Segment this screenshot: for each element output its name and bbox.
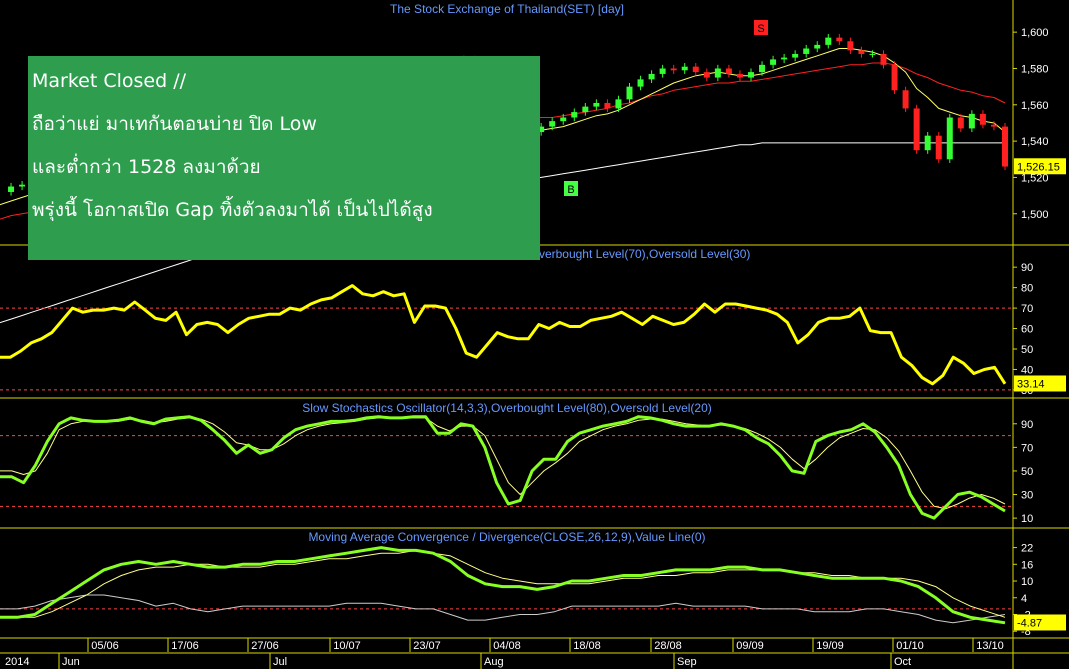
candle-body	[626, 86, 633, 100]
price-tick-label: 1,580	[1021, 63, 1049, 75]
rsi-tick-label: 90	[1021, 262, 1033, 274]
x-month-label: Jun	[62, 656, 80, 668]
macd-tick-label: 16	[1021, 559, 1033, 571]
macd-tick-label: 10	[1021, 576, 1033, 588]
x-day-label: 27/06	[251, 640, 279, 652]
rsi-line	[0, 284, 1007, 386]
candle-body	[869, 53, 876, 55]
candle-body	[1002, 126, 1008, 167]
candle-body	[957, 117, 964, 129]
buy-marker-label: B	[567, 184, 574, 196]
x-day-label: 01/10	[896, 640, 924, 652]
x-month-label: Sep	[677, 656, 697, 668]
candle-body	[847, 41, 854, 51]
candle-body	[736, 73, 743, 78]
price-tick-label: 1,500	[1021, 209, 1049, 221]
candle-body	[770, 59, 777, 65]
candle-body	[792, 53, 799, 58]
candle-body	[902, 90, 909, 109]
x-day-label: 09/09	[736, 640, 764, 652]
rsi-last-value: 33.14	[1017, 378, 1045, 390]
rsi-tick-label: 70	[1021, 303, 1033, 315]
candle-body	[836, 37, 843, 42]
macd-signal-line	[0, 549, 1006, 618]
comment-line-3: และต่ำกว่า 1528 ลงมาด้วย	[32, 156, 261, 178]
candle-body	[560, 117, 567, 122]
candle-body	[990, 124, 997, 127]
candle-body	[725, 68, 732, 74]
price-tick-label: 1,600	[1021, 27, 1049, 39]
candle-body	[858, 50, 865, 54]
comment-line-2: ถือว่าแย่ มาเทกันตอนบ่าย ปิด Low	[32, 113, 317, 135]
candle-body	[549, 121, 556, 127]
candle-body	[891, 64, 898, 91]
candle-body	[935, 135, 942, 160]
candle-body	[593, 102, 600, 107]
price-tick-label: 1,560	[1021, 100, 1049, 112]
candle-body	[946, 117, 953, 160]
x-month-label: Aug	[484, 656, 504, 668]
x-day-label: 13/10	[976, 640, 1004, 652]
price-last-value: 1,526.15	[1017, 161, 1060, 173]
candle-body	[781, 57, 788, 60]
x-day-label: 23/07	[413, 640, 441, 652]
x-month-label: Oct	[894, 656, 911, 668]
candle-body	[924, 135, 931, 151]
macd-line	[0, 546, 1006, 625]
candle-body	[880, 53, 887, 65]
price-tick-label: 1,540	[1021, 136, 1049, 148]
candle-body	[604, 102, 611, 109]
x-month-label: 2014	[5, 656, 29, 668]
candle-body	[714, 68, 721, 78]
candle-body	[19, 184, 26, 187]
sell-marker-label: S	[757, 23, 764, 35]
candle-body	[803, 48, 810, 54]
candle-body	[759, 64, 766, 73]
rsi-tick-label: 40	[1021, 364, 1033, 376]
candle-body	[670, 68, 677, 71]
comment-line-1: Market Closed //	[32, 70, 187, 92]
macd-tick-label: 22	[1021, 543, 1033, 555]
candle-body	[571, 112, 578, 118]
candle-body	[913, 108, 920, 151]
comment-line-4: พรุ่งนี้ โอกาสเปิด Gap ทิ้งตัวลงมาได้ เป…	[32, 199, 433, 221]
stoch-tick-label: 50	[1021, 466, 1033, 478]
stoch-tick-label: 90	[1021, 419, 1033, 431]
rsi-title: Overbought Level(70),Oversold Level(30)	[530, 247, 751, 261]
macd-title: Moving Average Convergence / Divergence(…	[308, 530, 705, 544]
rsi-tick-label: 50	[1021, 344, 1033, 356]
rsi-tick-label: 80	[1021, 283, 1033, 295]
x-day-label: 19/09	[816, 640, 844, 652]
candle-body	[681, 66, 688, 71]
stoch-title: Slow Stochastics Oscillator(14,3,3),Over…	[302, 401, 712, 415]
macd-tick-label: 4	[1021, 593, 1027, 605]
rsi-tick-label: 60	[1021, 324, 1033, 336]
x-day-label: 05/06	[91, 640, 119, 652]
candle-body	[637, 79, 644, 87]
candle-body	[8, 186, 15, 192]
candle-body	[659, 68, 666, 74]
candle-body	[968, 113, 975, 129]
stoch-tick-label: 10	[1021, 513, 1033, 525]
x-day-label: 04/08	[493, 640, 521, 652]
stoch-tick-label: 70	[1021, 442, 1033, 454]
market-comment-box: Market Closed // ถือว่าแย่ มาเทกันตอนบ่า…	[28, 56, 540, 260]
price-chart-title: The Stock Exchange of Thailand(SET) [day…	[390, 2, 624, 16]
candle-body	[703, 72, 710, 78]
candle-body	[814, 44, 821, 49]
x-day-label: 10/07	[333, 640, 361, 652]
candle-body	[747, 72, 754, 78]
stoch-tick-label: 30	[1021, 490, 1033, 502]
candle-body	[825, 37, 832, 45]
candle-body	[692, 66, 699, 73]
x-day-label: 17/06	[171, 640, 199, 652]
x-day-label: 28/08	[654, 640, 682, 652]
candle-body	[582, 106, 589, 113]
candle-body	[615, 99, 622, 109]
x-month-label: Jul	[273, 656, 287, 668]
x-day-label: 18/08	[573, 640, 601, 652]
candle-body	[648, 73, 655, 80]
macd-last-value: -4.87	[1017, 617, 1042, 629]
candle-body	[979, 113, 986, 125]
